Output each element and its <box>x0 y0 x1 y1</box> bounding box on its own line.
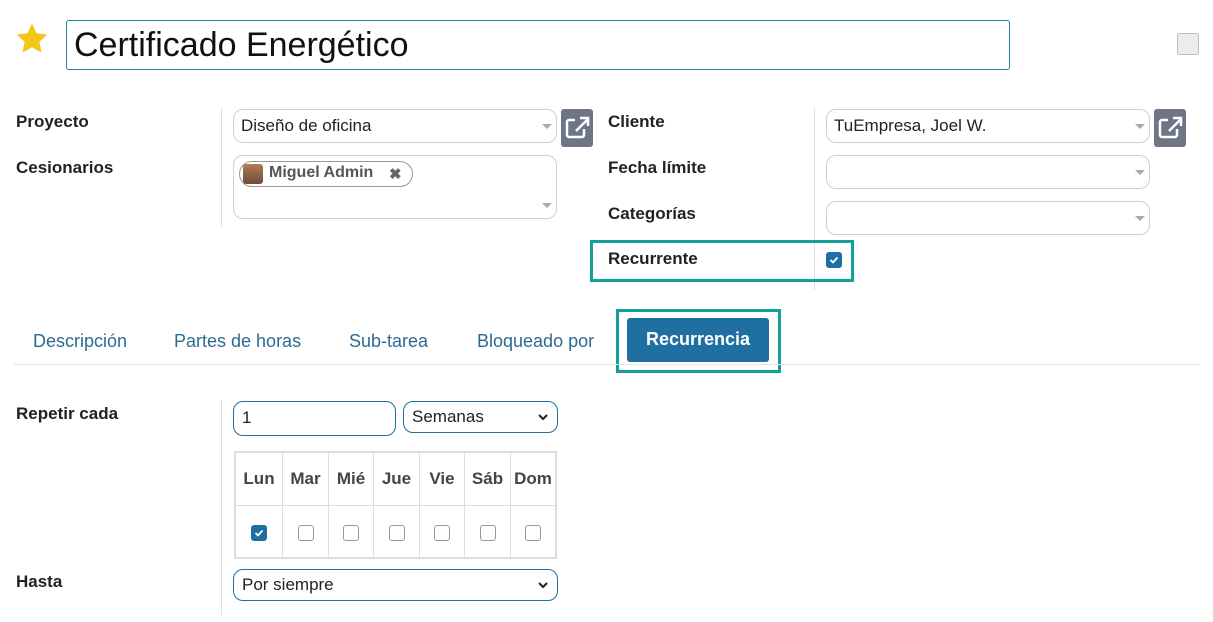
recurrent-label: Recurrente <box>608 249 698 268</box>
day-column-mon: Lun <box>236 453 283 557</box>
repeat-interval-input[interactable]: 1 <box>233 401 396 436</box>
day-column-thu: Jue <box>374 453 420 557</box>
tab-subtasks[interactable]: Sub-tarea <box>349 331 428 352</box>
avatar <box>243 164 263 184</box>
day-checkbox-sun[interactable] <box>525 525 541 541</box>
external-link-icon <box>565 115 590 139</box>
until-select[interactable]: Por siempre <box>233 569 558 601</box>
tab-blocked-by[interactable]: Bloqueado por <box>477 331 594 352</box>
project-select[interactable]: Diseño de oficina <box>233 109 557 143</box>
assignees-label: Cesionarios <box>16 158 114 177</box>
day-name: Vie <box>429 469 455 488</box>
day-column-sat: Sáb <box>465 453 511 557</box>
deadline-label: Fecha límite <box>608 158 707 177</box>
day-column-wed: Mié <box>329 453 374 557</box>
star-icon[interactable] <box>14 22 50 61</box>
day-checkbox-sat[interactable] <box>479 525 496 541</box>
day-column-sun: Dom <box>511 453 555 557</box>
left-divider <box>221 108 222 226</box>
categories-select[interactable] <box>826 201 1150 235</box>
check-icon <box>829 256 839 264</box>
caret-down-icon <box>1135 170 1145 175</box>
recurrence-divider <box>221 400 222 615</box>
repeat-unit-select[interactable]: Semanas <box>403 401 558 433</box>
close-icon[interactable]: ✖ <box>389 165 402 183</box>
day-checkbox-wed[interactable] <box>343 525 359 541</box>
day-checkbox-thu[interactable] <box>388 525 405 541</box>
check-icon <box>254 529 264 537</box>
task-title: Certificado Energético <box>74 26 409 64</box>
client-value: TuEmpresa, Joel W. <box>834 116 987 135</box>
day-name: Sáb <box>471 469 504 488</box>
chevron-down-icon <box>538 414 548 421</box>
until-value: Por siempre <box>242 575 334 594</box>
deadline-input[interactable] <box>826 155 1150 189</box>
day-name: Lun <box>243 469 275 488</box>
tab-recurrence[interactable]: Recurrencia <box>627 318 769 362</box>
day-name: Jue <box>381 469 412 488</box>
tab-description[interactable]: Descripción <box>33 331 127 352</box>
day-name: Dom <box>514 469 552 488</box>
project-value: Diseño de oficina <box>241 116 372 135</box>
weekday-table: Lun Mar Mié Jue Vie Sáb Dom <box>234 451 557 559</box>
task-title-input[interactable]: Certificado Energético <box>66 20 1010 70</box>
select-checkbox[interactable] <box>1177 33 1199 55</box>
client-select[interactable]: TuEmpresa, Joel W. <box>826 109 1150 143</box>
project-label: Proyecto <box>16 112 89 131</box>
day-checkbox-fri[interactable] <box>434 525 450 541</box>
assignee-name: Miguel Admin <box>269 164 374 181</box>
repeat-interval-value: 1 <box>242 408 252 427</box>
day-column-fri: Vie <box>420 453 465 557</box>
tab-recurrence-label: Recurrencia <box>645 329 751 349</box>
until-label: Hasta <box>16 572 63 591</box>
repeat-unit-value: Semanas <box>412 407 484 426</box>
day-checkbox-tue[interactable] <box>297 525 314 541</box>
caret-down-icon <box>542 124 552 129</box>
caret-down-icon <box>1135 216 1145 221</box>
caret-down-icon <box>542 203 552 208</box>
chevron-down-icon <box>538 582 548 589</box>
day-column-tue: Mar <box>283 453 329 557</box>
tab-timesheets[interactable]: Partes de horas <box>174 331 301 352</box>
caret-down-icon <box>1135 124 1145 129</box>
day-name: Mar <box>290 469 321 488</box>
external-link-icon <box>1158 115 1183 139</box>
project-external-link-button[interactable] <box>561 109 593 147</box>
repeat-every-label: Repetir cada <box>16 404 119 423</box>
assignee-tag: Miguel Admin ✖ <box>239 161 413 187</box>
day-name: Mié <box>336 469 366 488</box>
client-external-link-button[interactable] <box>1154 109 1186 147</box>
day-checkbox-mon[interactable] <box>251 525 267 541</box>
categories-label: Categorías <box>608 204 696 223</box>
client-label: Cliente <box>608 112 665 131</box>
tabs-divider <box>14 364 1200 365</box>
recurrent-checkbox[interactable] <box>826 252 842 268</box>
